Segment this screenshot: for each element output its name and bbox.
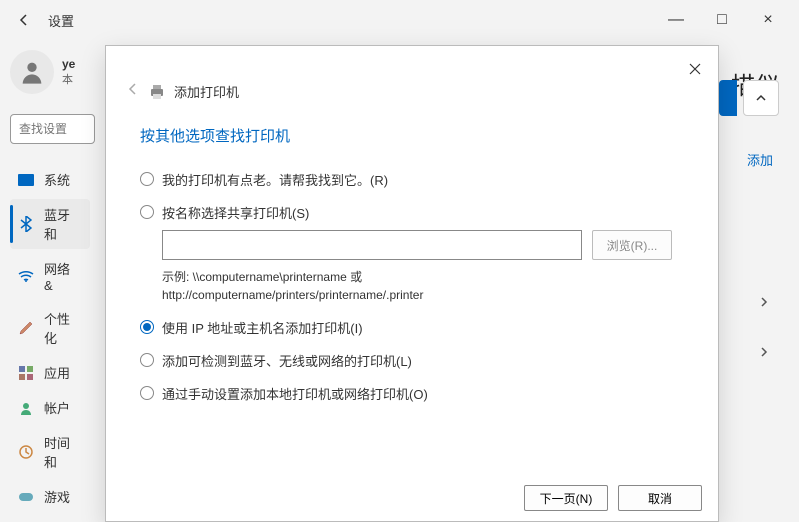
game-icon (18, 489, 34, 505)
apps-icon (18, 365, 34, 381)
example-text: 示例: \\computername\printername 或 http://… (162, 268, 684, 304)
window-title: 设置 (48, 11, 74, 30)
radio-button[interactable] (140, 353, 154, 367)
sidebar-item-gaming[interactable]: 游戏 (10, 481, 90, 512)
left-panel: ye 本 系统 蓝牙和 网络 & 个性化 应用 帐户 (0, 40, 100, 522)
bluetooth-icon (18, 216, 34, 232)
option-manual-local[interactable]: 通过手动设置添加本地打印机或网络打印机(O) (140, 384, 684, 403)
sidebar-item-apps[interactable]: 应用 (10, 357, 90, 388)
minimize-button[interactable]: — (653, 4, 699, 36)
dialog-footer: 下一页(N) 取消 (524, 485, 702, 511)
brush-icon (18, 320, 34, 336)
sidebar-item-network[interactable]: 网络 & (10, 253, 90, 299)
add-device-button-partial[interactable] (719, 80, 737, 116)
sidebar-item-label: 个性化 (44, 309, 82, 347)
dialog-header: 添加打印机 (106, 46, 718, 111)
sidebar-item-label: 时间和 (44, 433, 82, 471)
sidebar-item-label: 系统 (44, 170, 70, 189)
option-bluetooth-wireless[interactable]: 添加可检测到蓝牙、无线或网络的打印机(L) (140, 351, 684, 370)
add-printer-dialog: 添加打印机 按其他选项查找打印机 我的打印机有点老。请帮我找到它。(R) 按名称… (105, 45, 719, 522)
chevron-right-icon[interactable] (759, 294, 769, 312)
dialog-back-arrow-icon[interactable] (126, 82, 140, 101)
dialog-title: 添加打印机 (174, 82, 239, 101)
sidebar-item-label: 应用 (44, 363, 70, 382)
share-name-row: 浏览(R)... (162, 230, 684, 260)
main-titlebar: 设置 — □ × (0, 0, 799, 40)
user-sub: 本 (62, 71, 75, 87)
next-button[interactable]: 下一页(N) (524, 485, 608, 511)
radio-button[interactable] (140, 172, 154, 186)
share-name-input[interactable] (162, 230, 582, 260)
sidebar-item-label: 网络 & (44, 259, 82, 293)
sidebar-item-label: 帐户 (44, 398, 70, 417)
radio-button[interactable] (140, 205, 154, 219)
chevron-right-icon[interactable] (759, 344, 769, 362)
sidebar-item-bluetooth[interactable]: 蓝牙和 (10, 199, 90, 249)
option-label: 使用 IP 地址或主机名添加打印机(I) (162, 318, 363, 337)
maximize-button[interactable]: □ (699, 4, 745, 36)
options-group: 我的打印机有点老。请帮我找到它。(R) 按名称选择共享打印机(S) 浏览(R).… (106, 160, 718, 413)
account-icon (18, 400, 34, 416)
system-icon (18, 172, 34, 188)
sidebar-item-label: 蓝牙和 (44, 205, 82, 243)
sidebar-item-personalization[interactable]: 个性化 (10, 303, 90, 353)
sidebar-item-label: 游戏 (44, 487, 70, 506)
expand-toggle[interactable] (743, 80, 779, 116)
user-name: ye (62, 57, 75, 71)
option-label: 我的打印机有点老。请帮我找到它。(R) (162, 170, 388, 189)
avatar (10, 50, 54, 94)
option-label: 通过手动设置添加本地打印机或网络打印机(O) (162, 384, 428, 403)
user-section[interactable]: ye 本 (10, 50, 90, 94)
radio-button[interactable] (140, 386, 154, 400)
window-controls: — □ × (653, 4, 791, 36)
radio-button[interactable] (140, 320, 154, 334)
dialog-heading: 按其他选项查找打印机 (106, 111, 718, 160)
browse-button[interactable]: 浏览(R)... (592, 230, 672, 260)
sidebar-nav: 系统 蓝牙和 网络 & 个性化 应用 帐户 时间和 游戏 (10, 164, 90, 512)
option-label: 按名称选择共享打印机(S) (162, 203, 309, 222)
add-link[interactable]: 添加 (747, 150, 773, 169)
option-old-printer[interactable]: 我的打印机有点老。请帮我找到它。(R) (140, 170, 684, 189)
window-back-button[interactable] (8, 4, 40, 36)
sidebar-item-system[interactable]: 系统 (10, 164, 90, 195)
option-label: 添加可检测到蓝牙、无线或网络的打印机(L) (162, 351, 412, 370)
sidebar-item-accounts[interactable]: 帐户 (10, 392, 90, 423)
sidebar-item-time[interactable]: 时间和 (10, 427, 90, 477)
printer-icon (148, 83, 166, 101)
cancel-button[interactable]: 取消 (618, 485, 702, 511)
time-icon (18, 444, 34, 460)
option-shared-by-name[interactable]: 按名称选择共享打印机(S) (140, 203, 684, 222)
close-window-button[interactable]: × (745, 4, 791, 36)
user-info: ye 本 (62, 57, 75, 87)
option-ip-hostname[interactable]: 使用 IP 地址或主机名添加打印机(I) (140, 318, 684, 337)
search-input[interactable] (10, 114, 95, 144)
dialog-close-button[interactable] (680, 54, 710, 84)
wifi-icon (18, 268, 34, 284)
